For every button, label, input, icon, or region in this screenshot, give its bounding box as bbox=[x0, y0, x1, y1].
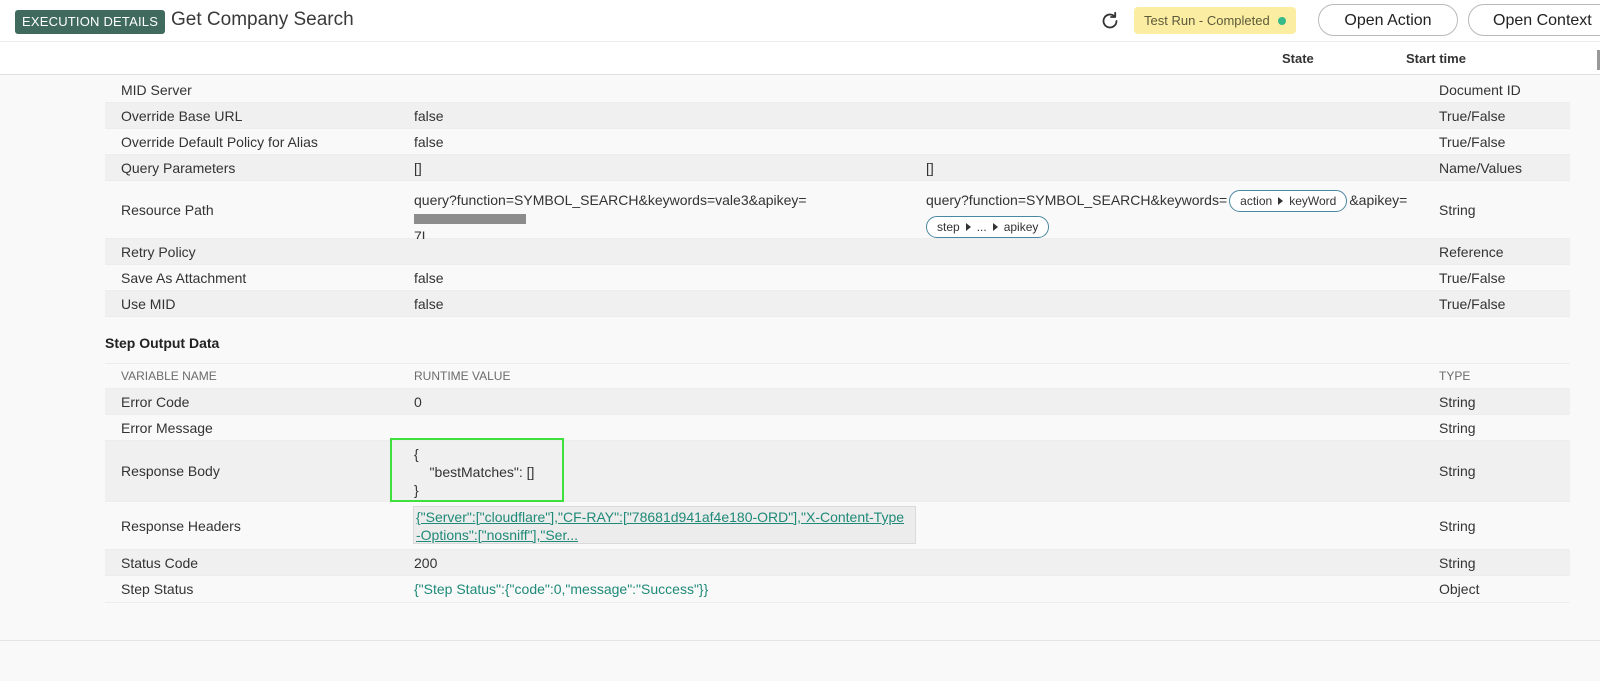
caret-right-icon bbox=[1278, 197, 1284, 206]
data-pill-action-keyword[interactable]: action keyWord bbox=[1229, 190, 1348, 213]
row-value: 0 bbox=[414, 393, 422, 410]
table-row: MID Server Document ID bbox=[105, 77, 1570, 103]
row-type: String bbox=[1439, 201, 1476, 218]
row-name: Retry Policy bbox=[121, 243, 196, 260]
row-type: True/False bbox=[1439, 295, 1506, 312]
caret-right-icon bbox=[992, 223, 998, 232]
divider bbox=[0, 640, 1600, 641]
table-row: Save As Attachment false True/False bbox=[105, 265, 1570, 291]
status-badge: Test Run - Completed bbox=[1134, 7, 1296, 34]
status-dot-icon bbox=[1277, 17, 1286, 25]
table-row: Resource Path query?function=SYMBOL_SEAR… bbox=[105, 181, 1570, 244]
output-table-header: VARIABLE NAME RUNTIME VALUE TYPE bbox=[105, 363, 1570, 389]
row-value: false bbox=[414, 295, 444, 312]
response-headers-link[interactable]: {"Server":["cloudflare"],"CF-RAY":["7868… bbox=[413, 506, 916, 544]
row-name: Override Default Policy for Alias bbox=[121, 133, 318, 150]
row-type: String bbox=[1439, 517, 1476, 534]
pill-part: keyWord bbox=[1289, 194, 1337, 209]
row-type: String bbox=[1439, 419, 1476, 436]
step-status-value[interactable]: {"Step Status":{"code":0,"message":"Succ… bbox=[414, 576, 914, 602]
row-name: Step Status bbox=[121, 581, 194, 597]
step-details-panel: MID Server Document ID Override Base URL… bbox=[0, 75, 1600, 681]
row-name: Error Message bbox=[121, 419, 213, 436]
section-title-step-output: Step Output Data bbox=[105, 335, 220, 351]
page-title: Get Company Search bbox=[171, 9, 354, 30]
row-value-configured: query?function=SYMBOL_SEARCH&keywords= ac… bbox=[926, 187, 1426, 239]
table-row: Step Status {"Step Status":{"code":0,"me… bbox=[105, 576, 1570, 603]
pill-part: step bbox=[937, 220, 960, 235]
column-runtime-value: RUNTIME VALUE bbox=[414, 369, 511, 383]
row-name: Use MID bbox=[121, 295, 176, 312]
row-value: false bbox=[414, 269, 444, 286]
column-variable-name: VARIABLE NAME bbox=[121, 369, 217, 383]
column-type: TYPE bbox=[1439, 369, 1471, 383]
response-headers-value-cont[interactable]: -Options":["nosniff"],"Ser... bbox=[416, 527, 578, 543]
execution-header: EXECUTION DETAILS Get Company Search Tes… bbox=[0, 0, 1600, 42]
row-name: Override Base URL bbox=[121, 107, 243, 124]
table-row: Response Body { "bestMatches": [] } Stri… bbox=[105, 438, 1570, 502]
open-action-button[interactable]: Open Action bbox=[1318, 4, 1458, 36]
table-row: Response Headers {"Server":["cloudflare"… bbox=[105, 502, 1570, 550]
table-row: Override Default Policy for Alias false … bbox=[105, 129, 1570, 155]
refresh-icon[interactable] bbox=[1098, 9, 1122, 33]
pill-part: apikey bbox=[1003, 220, 1039, 235]
table-row: Error Message String bbox=[105, 415, 1570, 441]
row-name: MID Server bbox=[121, 81, 192, 98]
highlight-box bbox=[390, 438, 564, 502]
caret-right-icon bbox=[965, 223, 971, 232]
row-type: String bbox=[1439, 463, 1476, 479]
row-type: Reference bbox=[1439, 243, 1504, 260]
row-name: Resource Path bbox=[121, 201, 214, 218]
row-name: Save As Attachment bbox=[121, 269, 247, 286]
execution-details-badge: EXECUTION DETAILS bbox=[15, 10, 166, 34]
response-headers-value[interactable]: {"Server":["cloudflare"],"CF-RAY":["7868… bbox=[416, 509, 904, 525]
row-type: True/False bbox=[1439, 269, 1506, 286]
table-row: Retry Policy Reference bbox=[105, 239, 1570, 265]
table-row: Override Base URL false True/False bbox=[105, 103, 1570, 129]
row-type: Name/Values bbox=[1439, 159, 1523, 176]
redacted-block bbox=[414, 214, 526, 225]
table-row: Error Code 0 String bbox=[105, 389, 1570, 415]
table-row: Use MID false True/False bbox=[105, 291, 1570, 317]
table-row: Status Code 200 String bbox=[105, 550, 1570, 576]
row-value: false bbox=[414, 133, 444, 150]
execution-columns-header: State Start time bbox=[0, 42, 1600, 75]
row-type: True/False bbox=[1439, 107, 1506, 124]
row-name: Response Body bbox=[121, 463, 220, 479]
table-row: Query Parameters [] [] Name/Values bbox=[105, 155, 1570, 181]
data-pill-step-apikey[interactable]: step... apikey bbox=[926, 216, 1050, 239]
column-state[interactable]: State bbox=[1282, 51, 1314, 66]
pill-part: action bbox=[1240, 194, 1273, 209]
resource-path-template: query?function=SYMBOL_SEARCH&keywords= bbox=[926, 192, 1228, 208]
open-context-button[interactable]: Open Context bbox=[1468, 4, 1600, 36]
row-type: String bbox=[1439, 393, 1476, 410]
row-type: Object bbox=[1439, 581, 1480, 597]
status-badge-label: Test Run - Completed bbox=[1144, 13, 1270, 28]
row-value: 200 bbox=[414, 554, 438, 571]
row-type: String bbox=[1439, 554, 1476, 571]
row-value: [] bbox=[414, 159, 422, 176]
pill-part: ... bbox=[976, 220, 987, 235]
row-name: Response Headers bbox=[121, 517, 241, 534]
row-type: True/False bbox=[1439, 133, 1506, 150]
resource-path-template-mid: &apikey= bbox=[1349, 192, 1408, 208]
row-value-configured: [] bbox=[926, 159, 934, 176]
column-start-time[interactable]: Start time bbox=[1406, 51, 1466, 66]
row-type: Document ID bbox=[1439, 81, 1521, 98]
row-name: Query Parameters bbox=[121, 159, 236, 176]
row-name: Status Code bbox=[121, 554, 199, 571]
row-value: false bbox=[414, 107, 444, 124]
row-value: query?function=SYMBOL_SEARCH&keywords=va… bbox=[414, 191, 914, 245]
row-name: Error Code bbox=[121, 393, 190, 410]
resource-path-value: query?function=SYMBOL_SEARCH&keywords=va… bbox=[414, 192, 807, 208]
